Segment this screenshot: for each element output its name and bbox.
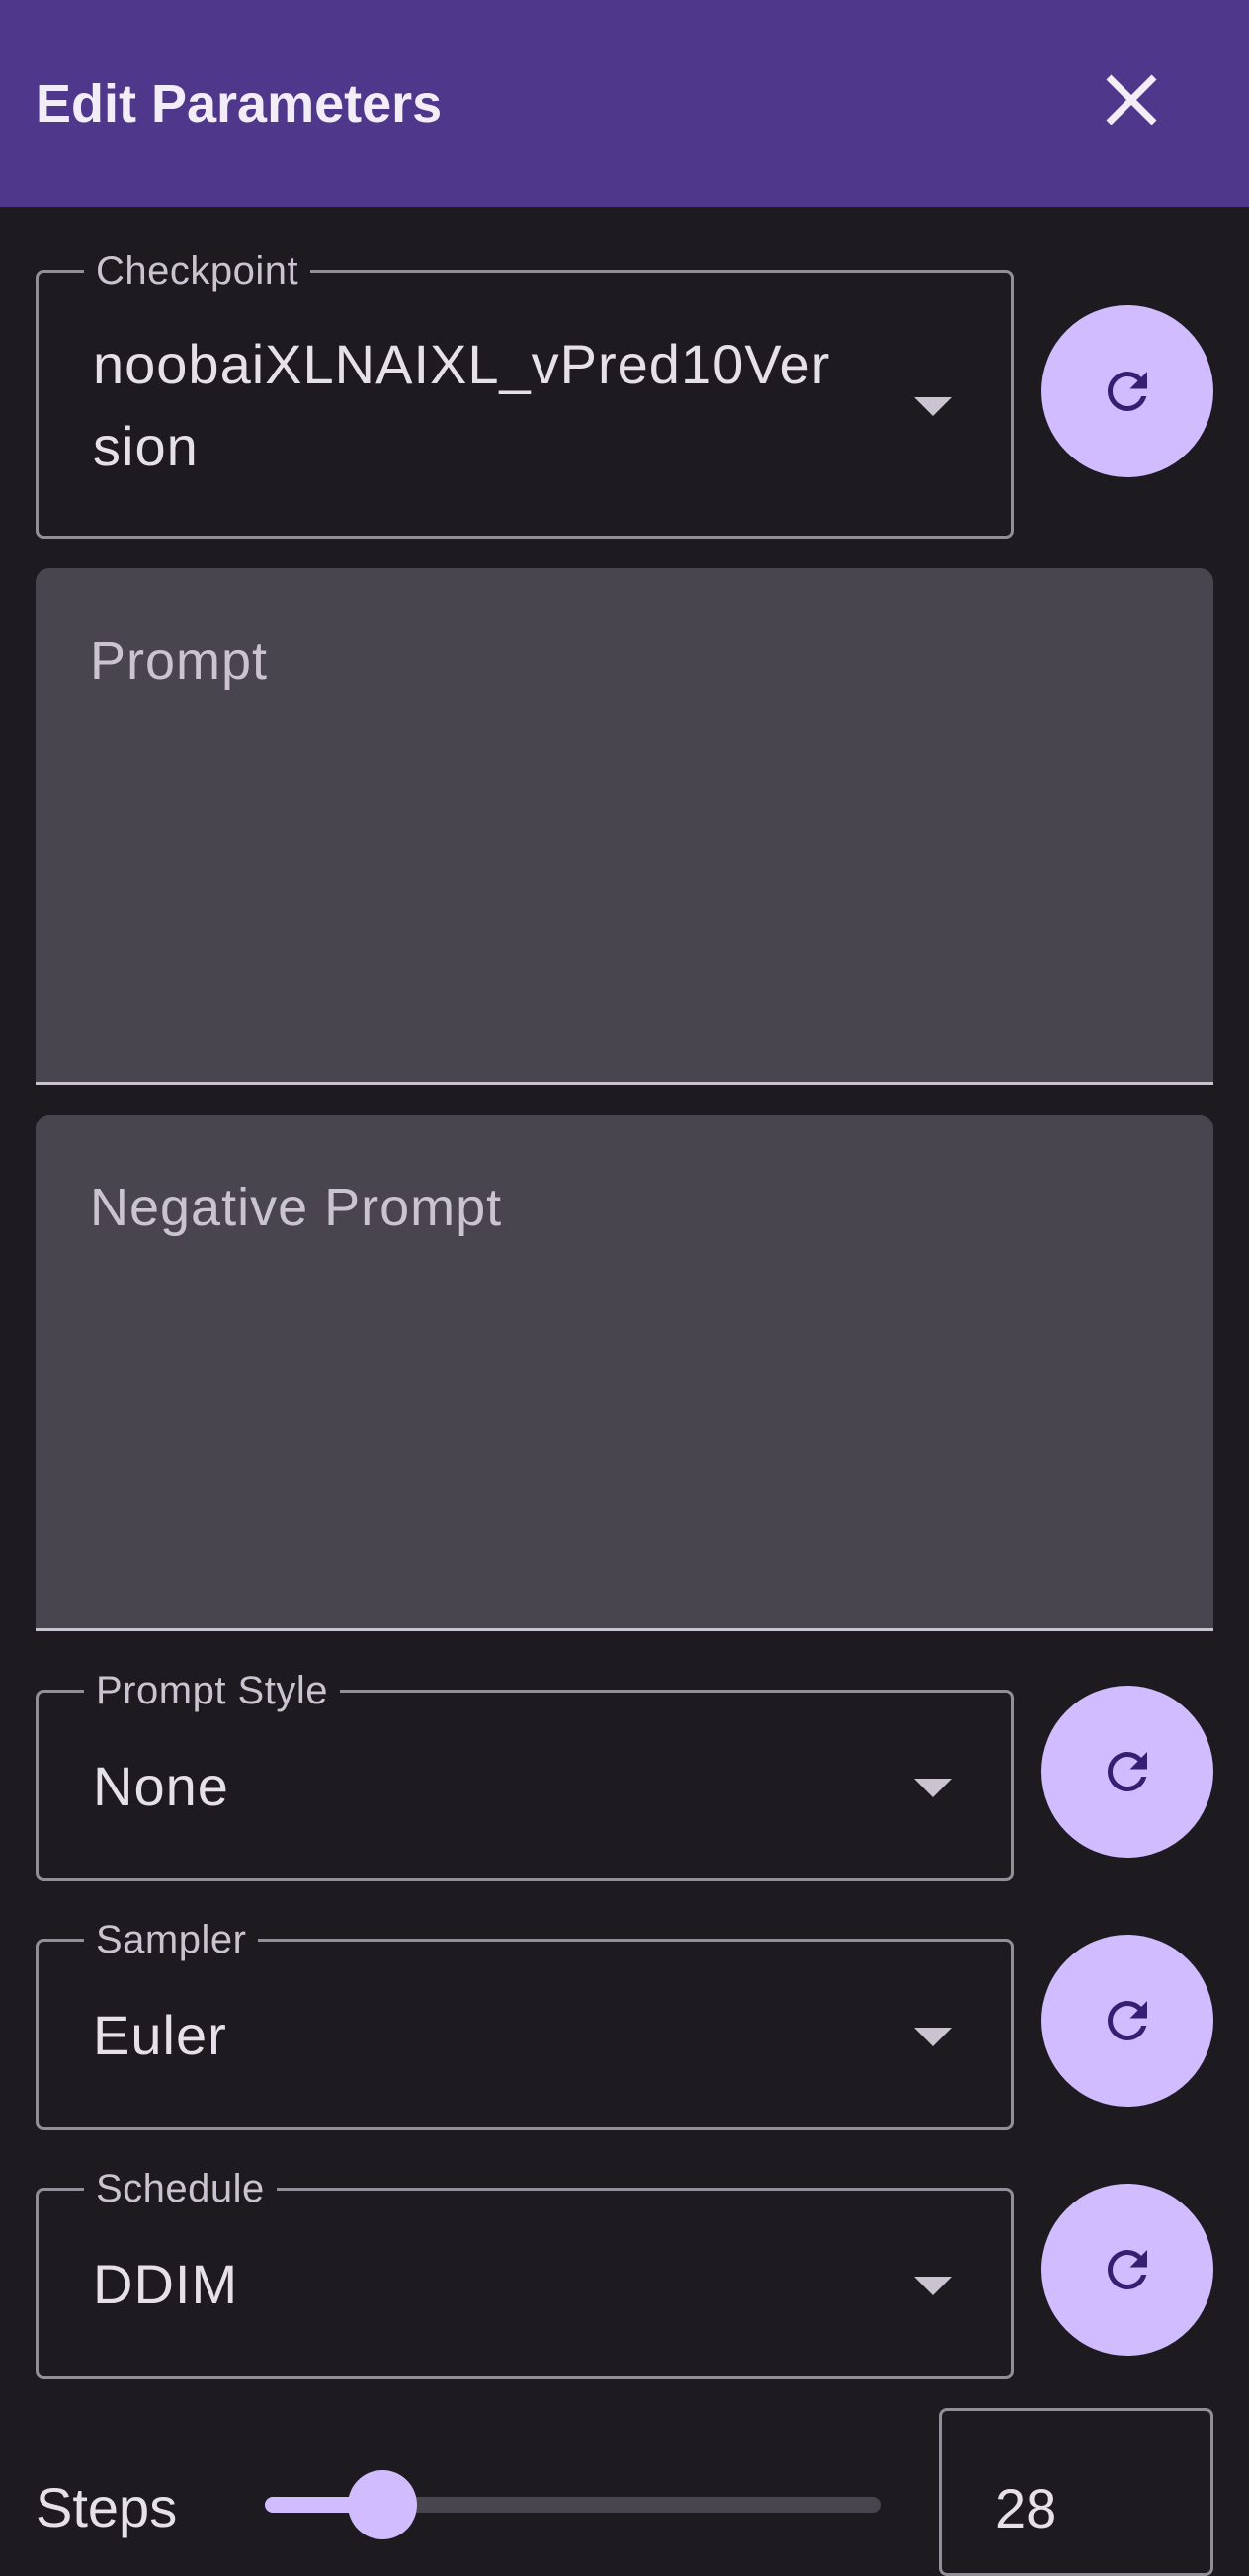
schedule-value: DDIM [93, 2253, 239, 2315]
refresh-icon [1108, 372, 1147, 411]
checkpoint-label: Checkpoint [84, 249, 311, 292]
steps-value: 28 [995, 2477, 1057, 2539]
arrow-drop-down-icon [914, 2028, 952, 2046]
sampler-select[interactable]: Sampler Euler [36, 1918, 1014, 2130]
checkpoint-value-line1: noobaiXLNAIXL_vPred10Ver [93, 333, 831, 395]
schedule-label: Schedule [84, 2167, 277, 2210]
arrow-drop-down-icon [914, 1779, 952, 1797]
prompt-input[interactable]: Prompt [36, 568, 1213, 1085]
schedule-refresh-button[interactable] [1041, 2184, 1213, 2356]
prompt-style-refresh-button[interactable] [1041, 1686, 1213, 1858]
negative-prompt-input[interactable]: Negative Prompt [36, 1115, 1213, 1631]
sampler-refresh-button[interactable] [1041, 1935, 1213, 2107]
steps-input[interactable]: 28 [939, 2408, 1213, 2576]
arrow-drop-down-icon [914, 397, 952, 416]
dialog-title: Edit Parameters [36, 74, 443, 133]
prompt-style-value: None [93, 1755, 229, 1817]
prompt-style-select[interactable]: Prompt Style None [36, 1669, 1014, 1881]
app-bar: Edit Parameters [0, 0, 1249, 207]
negative-prompt-placeholder: Negative Prompt [90, 1178, 503, 1237]
steps-slider-thumb[interactable] [347, 2470, 417, 2539]
refresh-icon [1108, 1752, 1147, 1791]
sampler-value: Euler [93, 2004, 227, 2066]
prompt-placeholder: Prompt [90, 631, 269, 691]
close-icon [1106, 74, 1157, 125]
refresh-icon [1108, 2250, 1147, 2289]
arrow-drop-down-icon [914, 2277, 952, 2295]
checkpoint-refresh-button[interactable] [1041, 305, 1213, 477]
checkpoint-select[interactable]: Checkpoint noobaiXLNAIXL_vPred10Ver sion [36, 249, 1014, 539]
close-button[interactable] [1087, 55, 1176, 144]
refresh-icon [1108, 2001, 1147, 2040]
prompt-style-label: Prompt Style [84, 1669, 340, 1712]
steps-label: Steps [36, 2476, 178, 2538]
schedule-select[interactable]: Schedule DDIM [36, 2167, 1014, 2379]
checkpoint-value-line2: sion [93, 415, 199, 477]
steps-slider[interactable] [265, 2470, 881, 2539]
sampler-label: Sampler [84, 1918, 259, 1961]
